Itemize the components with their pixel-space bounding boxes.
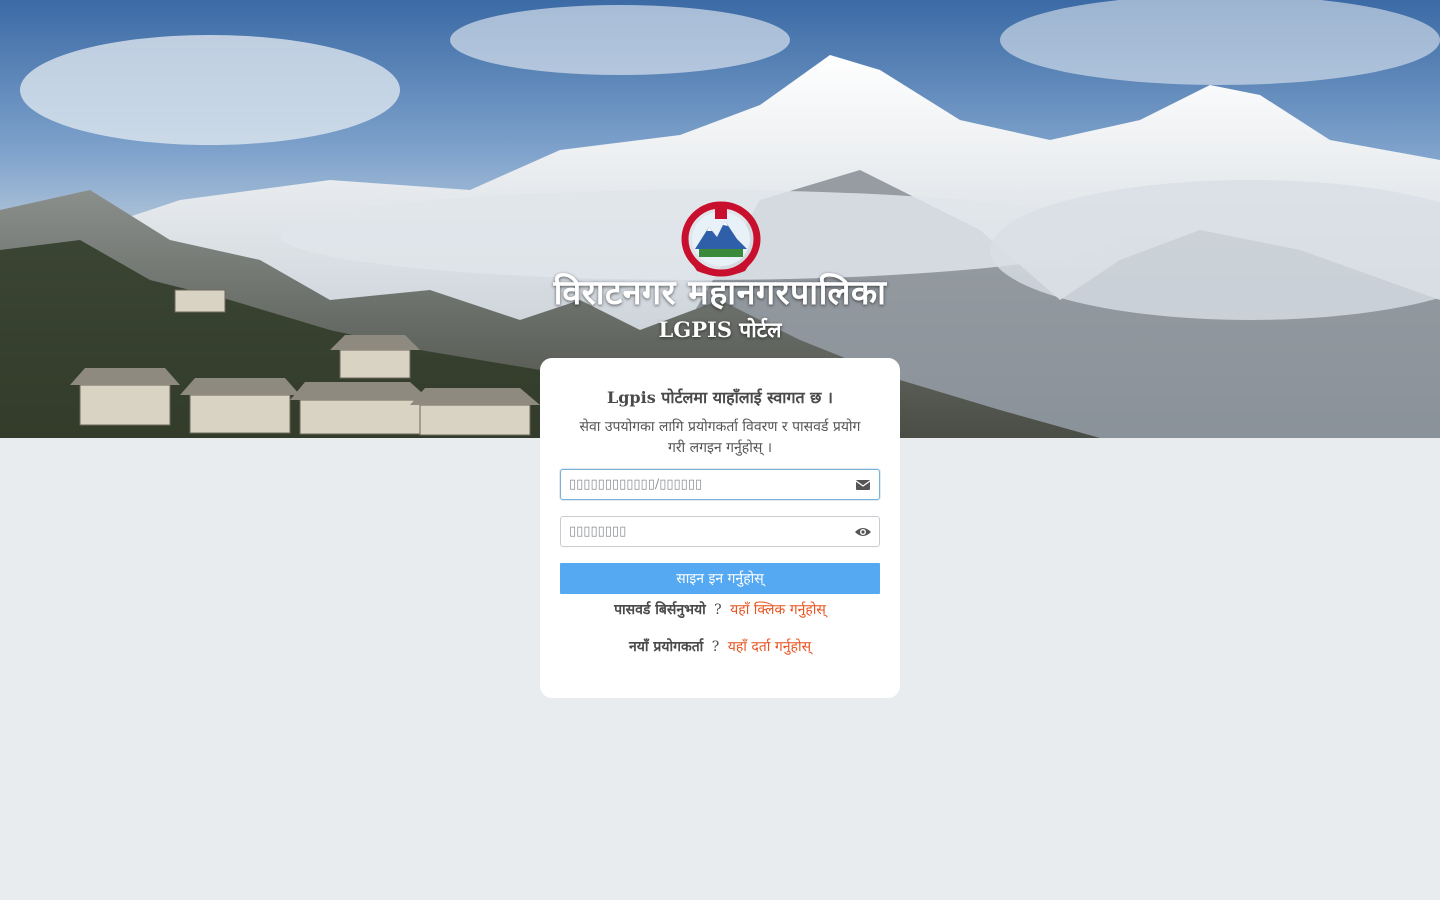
username-input[interactable]: [569, 470, 849, 499]
question-mark: ?: [714, 602, 722, 618]
forgot-password-text: पासवर्ड बिर्सनुभयो: [614, 602, 706, 618]
username-field[interactable]: [560, 469, 880, 500]
nepal-emblem-icon: [679, 201, 763, 277]
eye-icon[interactable]: [854, 524, 872, 540]
question-mark: ?: [711, 639, 720, 655]
new-user-text: नयाँ प्रयोगकर्ता: [628, 639, 704, 655]
forgot-password-link[interactable]: यहाँ क्लिक गर्नुहोस्: [730, 602, 826, 618]
envelope-icon: [854, 477, 872, 493]
password-input[interactable]: [569, 517, 849, 546]
password-field[interactable]: [560, 516, 880, 547]
signin-button[interactable]: साइन इन गर्नुहोस्: [560, 563, 880, 594]
city-title: विराटनगर महानगरपालिका: [553, 273, 887, 313]
login-card: Lgpis पोर्टलमा याहाँलाई स्वागत छ । सेवा …: [540, 358, 900, 698]
welcome-heading: Lgpis पोर्टलमा याहाँलाई स्वागत छ ।: [606, 388, 833, 407]
portal-subtitle: LGPIS पोर्टल: [658, 317, 782, 342]
register-link[interactable]: यहाँ दर्ता गर्नुहोस्: [728, 639, 811, 655]
forgot-password-row: पासवर्ड बिर्सनुभयो ? यहाँ क्लिक गर्नुहोस…: [540, 600, 900, 619]
register-row: नयाँ प्रयोगकर्ता ? यहाँ दर्ता गर्नुहोस्: [540, 637, 900, 656]
login-instruction: सेवा उपयोगका लागि प्रयोगकर्ता विवरण र पा…: [579, 419, 861, 456]
